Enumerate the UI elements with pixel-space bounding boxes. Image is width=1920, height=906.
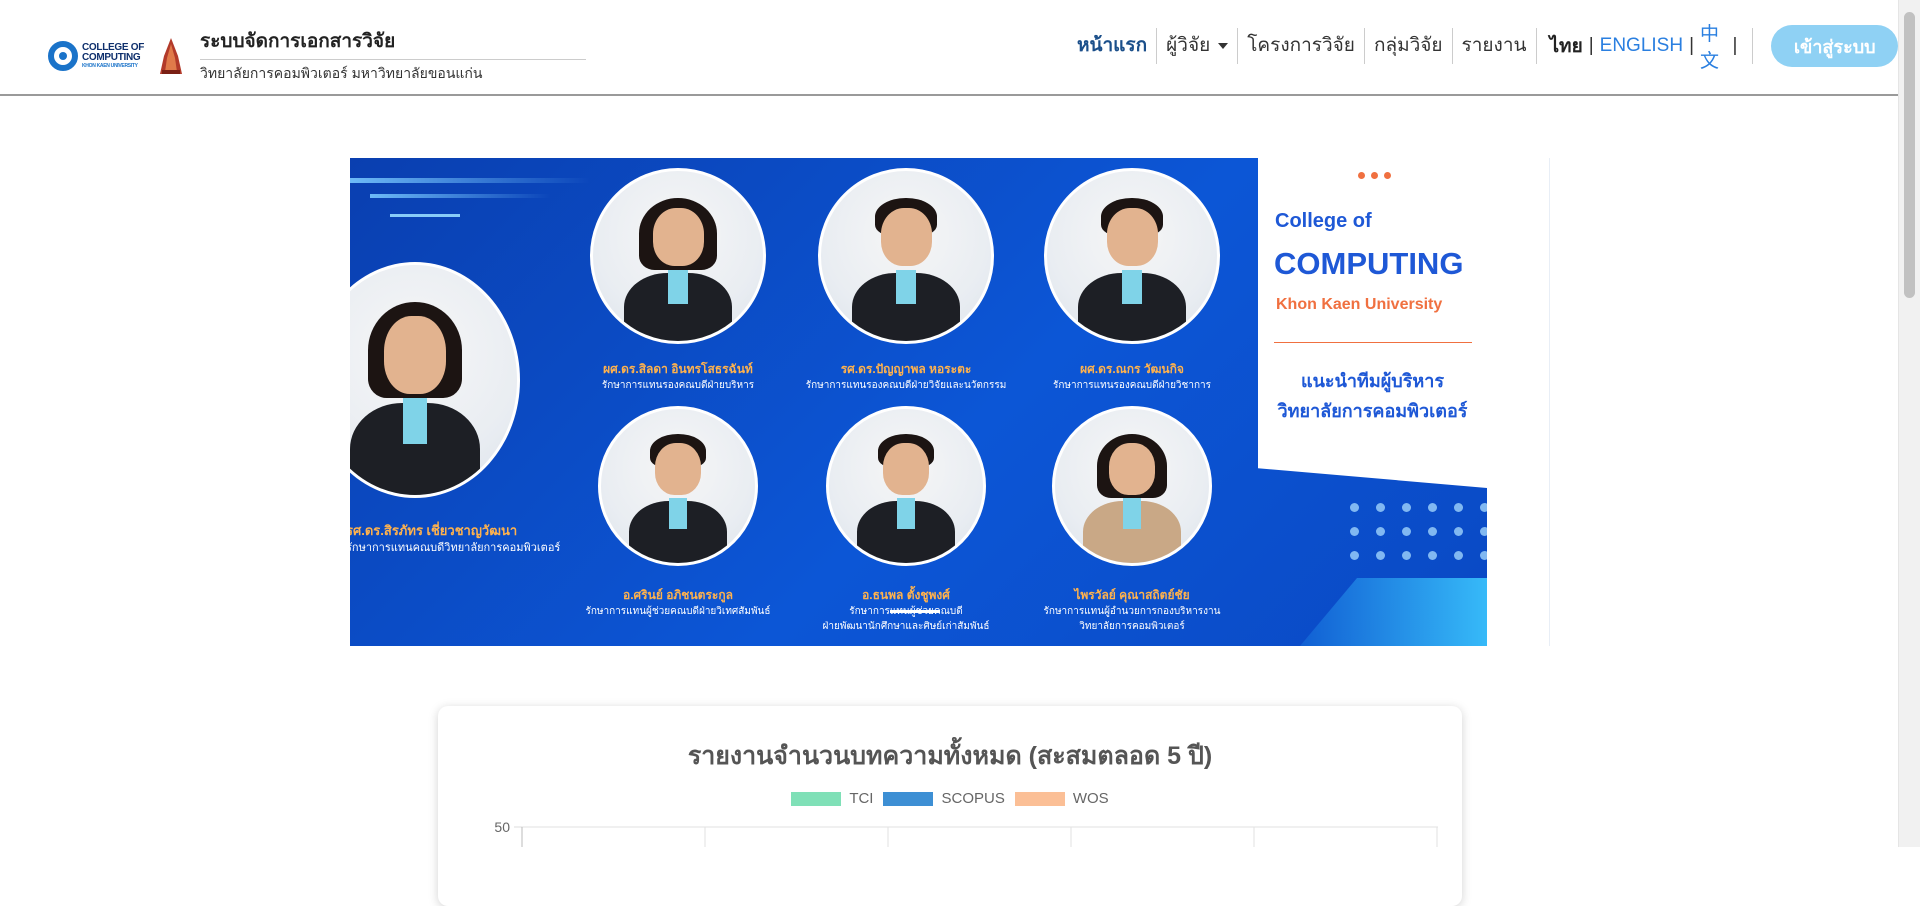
dots-decoration: [1358, 172, 1391, 179]
site-subtitle: วิทยาลัยการคอมพิวเตอร์ มหาวิทยาลัยขอนแก่…: [200, 65, 483, 81]
legend-swatch: [1014, 791, 1065, 806]
college-info-card: College of COMPUTING Khon Kaen Universit…: [1258, 158, 1487, 488]
caret-down-icon: [1218, 42, 1229, 49]
executive-name: อ.ศรินย์ อภิชนตระกูล: [623, 588, 733, 602]
executive-photo: [826, 406, 986, 566]
decorative-stripe: [370, 194, 550, 198]
chart-title: รายงานจำนวนบทความทั้งหมด (สะสมตลอด 5 ปี): [687, 742, 1213, 770]
logo-text-line2: COMPUTING: [82, 51, 141, 63]
legend-item-wos[interactable]: WOS: [1014, 790, 1109, 807]
executive-card: [1044, 168, 1220, 344]
articles-chart-card: รายงานจำนวนบทความทั้งหมด (สะสมตลอด 5 ปี)…: [438, 706, 1462, 906]
top-navbar: COLLEGE OF COMPUTING KHON KAEN UNIVERSIT…: [0, 0, 1898, 96]
legend-label: SCOPUS: [941, 790, 1005, 807]
kku-emblem-icon: [160, 37, 182, 74]
executive-card: [598, 406, 758, 566]
executive-card: [1052, 406, 1212, 566]
executive-role: วิทยาลัยการคอมพิวเตอร์: [1079, 621, 1185, 632]
executive-role: รักษาการแทนรองคณบดีฝ่ายบริหาร: [601, 380, 755, 391]
executive-name: รศ.ดร.ปัญญาพล หอระตะ: [840, 362, 972, 376]
executive-role: รักษาการแทนผู้อำนวยการกองบริหารงาน: [1043, 606, 1221, 617]
legend-swatch: [883, 791, 934, 806]
lang-english[interactable]: ENGLISH: [1600, 35, 1683, 57]
lang-chinese[interactable]: 中文: [1700, 19, 1727, 73]
legend-item-scopus[interactable]: SCOPUS: [883, 790, 1005, 807]
y-tick-label: 50: [494, 819, 510, 835]
cc-ring-icon: [48, 40, 78, 71]
nav-researcher-dropdown[interactable]: ผู้วิจัย: [1157, 28, 1239, 64]
lang-separator: |: [1588, 35, 1594, 56]
nav-groups[interactable]: กลุ่มวิจัย: [1365, 28, 1453, 64]
executive-card: [826, 406, 986, 566]
nav-researcher-label: ผู้วิจัย: [1166, 35, 1211, 56]
nav-reports[interactable]: รายงาน: [1453, 28, 1537, 64]
main-nav: หน้าแรก ผู้วิจัย โครงการวิจัย กลุ่มวิจัย…: [1068, 24, 1898, 72]
scrollbar-thumb[interactable]: [1904, 12, 1915, 298]
chart-legend: TCI SCOPUS WOS: [438, 790, 1462, 807]
executive-name: รศ.ดร.สิรภัทร เชี่ยวชาญวัฒนา: [350, 523, 518, 538]
brand[interactable]: COLLEGE OF COMPUTING KHON KAEN UNIVERSIT…: [48, 26, 586, 85]
executive-photo: [598, 406, 758, 566]
legend-label: WOS: [1072, 790, 1109, 807]
hero-banner[interactable]: รศ.ดร.สิรภัทร เชี่ยวชาญวัฒนา รักษาการแทน…: [350, 158, 1487, 646]
executive-role: รักษาการแทนผู้ช่วยคณบดีฝ่ายวิเทศสัมพันธ์: [585, 606, 771, 617]
college-of-computing-logo: COLLEGE OF COMPUTING KHON KAEN UNIVERSIT…: [48, 36, 150, 76]
university-text: Khon Kaen University: [1276, 296, 1443, 313]
executive-card: [818, 168, 994, 344]
intro-line-2: วิทยาลัยการคอมพิวเตอร์: [1277, 401, 1468, 421]
executive-name: อ.ธนพล ตั้งชูพงศ์: [862, 588, 950, 602]
chart-plot-area: 50: [494, 819, 1438, 847]
nav-home[interactable]: หน้าแรก: [1068, 28, 1158, 64]
logo-text-small: KHON KAEN UNIVERSITY: [82, 62, 138, 69]
nav-projects[interactable]: โครงการวิจัย: [1238, 28, 1365, 64]
login-button[interactable]: เข้าสู่ระบบ: [1771, 25, 1898, 67]
lang-separator: |: [1689, 35, 1695, 56]
legend-label: TCI: [849, 790, 874, 807]
dot-grid-decoration: [1350, 503, 1487, 560]
college-of-text: College of: [1275, 210, 1372, 232]
executive-name: ผศ.ดร.ณกร วัฒนกิจ: [1080, 362, 1184, 376]
divider: [1274, 342, 1472, 343]
executive-card: [350, 262, 520, 498]
carousel-indicator[interactable]: [890, 610, 940, 613]
language-switcher: ไทย | ENGLISH | 中文 |: [1537, 24, 1754, 72]
page-scrollbar[interactable]: [1898, 0, 1920, 847]
executive-photo: [350, 262, 520, 498]
decorative-stripe: [350, 178, 590, 183]
lang-thai[interactable]: ไทย: [1550, 31, 1583, 61]
computing-text: COMPUTING: [1274, 246, 1464, 281]
carousel-next-slide-edge: [1487, 158, 1550, 646]
executive-photo: [1052, 406, 1212, 566]
executive-name: ไพรวัลย์ คุณาสถิตย์ชัย: [1074, 588, 1190, 602]
legend-item-tci[interactable]: TCI: [791, 790, 873, 807]
intro-line-1: แนะนำทีมผู้บริหาร: [1301, 371, 1444, 391]
executive-role: รักษาการแทนรองคณบดีฝ่ายวิจัยและนวัตกรรม: [805, 380, 1007, 391]
decorative-stripe: [390, 214, 460, 217]
lang-separator: |: [1732, 35, 1738, 56]
executive-role: ฝ่ายพัฒนานักศึกษาและศิษย์เก่าสัมพันธ์: [822, 621, 990, 632]
decorative-wave: [1300, 578, 1487, 646]
executive-photo: [590, 168, 766, 344]
executive-role: รักษาการแทนรองคณบดีฝ่ายวิชาการ: [1052, 380, 1211, 391]
site-title: ระบบจัดการเอกสารวิจัย: [200, 26, 586, 60]
legend-swatch: [791, 791, 842, 806]
executive-photo: [1044, 168, 1220, 344]
logo-text-line1: COLLEGE OF: [82, 41, 145, 53]
executive-card: [590, 168, 766, 344]
executive-photo: [818, 168, 994, 344]
executive-role: รักษาการแทนคณบดีวิทยาลัยการคอมพิวเตอร์: [350, 542, 561, 554]
executive-name: ผศ.ดร.สิลดา อินทรโสธรฉันท์: [603, 362, 753, 376]
